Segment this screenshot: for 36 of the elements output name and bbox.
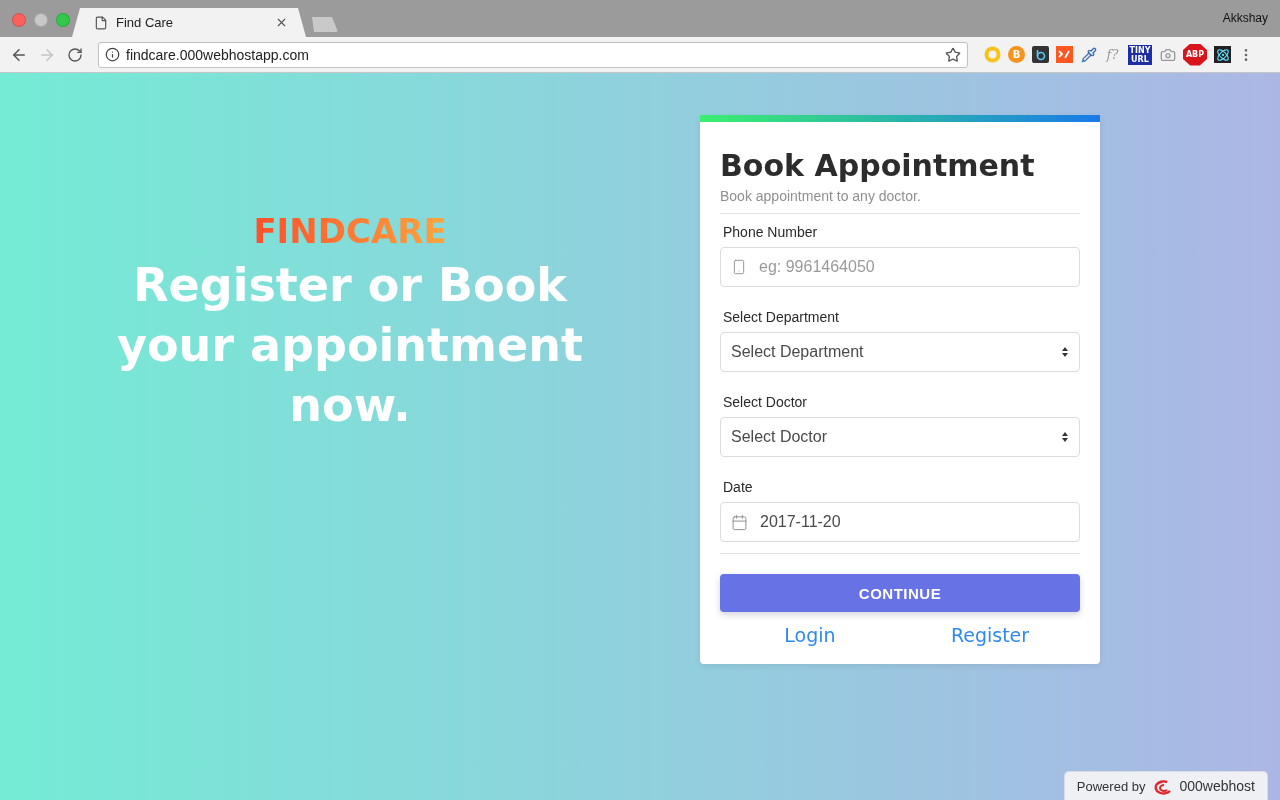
select-arrows-icon (1061, 346, 1069, 358)
code-icon[interactable] (1056, 46, 1073, 63)
calendar-icon (731, 513, 748, 531)
info-icon[interactable] (105, 47, 120, 62)
swirl-logo-icon (1151, 777, 1174, 795)
page-icon (94, 15, 108, 30)
nav-link[interactable]: Register (900, 624, 1080, 646)
profile-name[interactable]: Akkshay (1222, 11, 1268, 25)
select-field[interactable]: Select Doctor (720, 417, 1080, 457)
select-field[interactable]: Select Department (720, 332, 1080, 372)
field-label: Phone Number (722, 223, 819, 241)
camera-icon[interactable] (1159, 46, 1176, 63)
reload-icon[interactable] (67, 46, 83, 63)
continue-button[interactable]: CONTINUE (720, 574, 1080, 612)
nav-link[interactable]: Login (720, 624, 900, 646)
hero-heading: Register or Book your appointment now. (116, 257, 584, 434)
hosting-badge[interactable]: Powered by 000webhost (1063, 771, 1268, 800)
select-arrows-icon (1061, 431, 1069, 443)
phone-icon (731, 259, 747, 275)
powered-by-text: Powered by (1076, 778, 1146, 794)
field-label: Date (722, 478, 754, 496)
card-subtitle: Book appointment to any doctor. (720, 188, 922, 204)
extension-icon[interactable]: ABP (1183, 43, 1207, 66)
extension-icon[interactable] (1032, 46, 1049, 63)
eyedropper-icon[interactable] (1080, 46, 1097, 63)
brand-name: 000webhost (1179, 778, 1255, 794)
address-bar[interactable]: findcare.000webhostapp.com (98, 41, 968, 68)
browser-tab[interactable]: Find Care (72, 8, 306, 37)
atom-icon[interactable] (1214, 46, 1231, 63)
close-icon[interactable] (275, 16, 288, 29)
star-icon[interactable] (945, 46, 961, 63)
card-title: Book Appointment (720, 148, 1036, 184)
date-field[interactable]: 2017-11-20 (720, 502, 1080, 542)
extension-icon[interactable]: TINY URL (1128, 44, 1152, 65)
field-label: Select Department (722, 308, 840, 326)
field-label: Select Doctor (722, 393, 809, 411)
